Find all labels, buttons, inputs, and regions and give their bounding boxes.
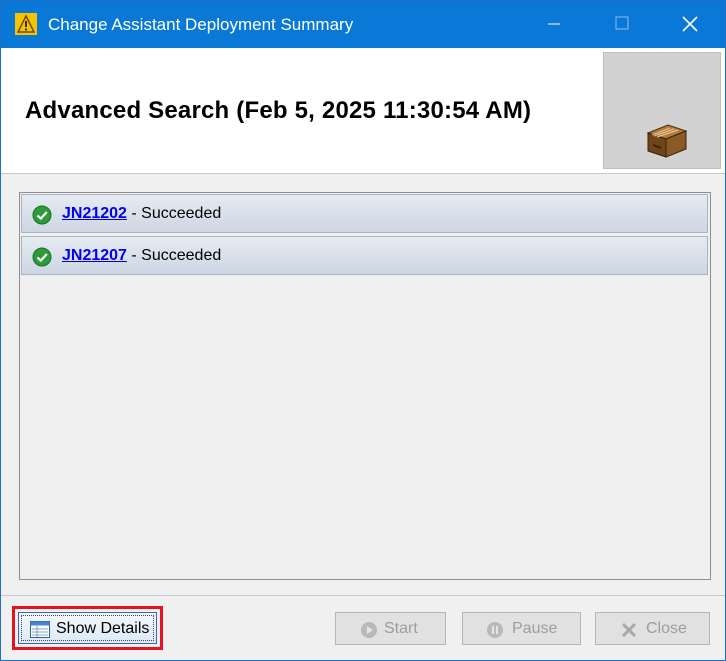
list-item: JN21202 - Succeeded — [21, 194, 708, 233]
job-link[interactable]: JN21202 — [62, 205, 127, 222]
footer-divider — [1, 595, 725, 596]
deployment-summary-window: Change Assistant Deployment Summary Adva… — [0, 0, 726, 661]
check-circle-icon — [32, 247, 52, 267]
close-x-icon — [621, 622, 637, 638]
maximize-button[interactable] — [599, 1, 645, 48]
title-bar[interactable]: Change Assistant Deployment Summary — [1, 1, 725, 48]
show-details-button[interactable]: Show Details — [18, 612, 157, 644]
deployment-results-list: JN21202 - Succeeded JN21207 - Succeeded — [19, 192, 711, 580]
close-button[interactable]: Close — [595, 612, 710, 645]
page-title: Advanced Search (Feb 5, 2025 11:30:54 AM… — [25, 97, 532, 124]
list-item: JN21207 - Succeeded — [21, 236, 708, 275]
close-icon — [682, 16, 698, 32]
pause-icon — [487, 622, 503, 638]
header-graphic — [603, 52, 721, 169]
job-link[interactable]: JN21207 — [62, 247, 127, 264]
minimize-icon — [548, 23, 560, 25]
check-circle-icon — [32, 205, 52, 225]
window-close-button[interactable] — [667, 1, 713, 48]
header-banner: Advanced Search (Feb 5, 2025 11:30:54 AM… — [1, 48, 725, 174]
details-table-icon — [30, 621, 50, 638]
pause-button[interactable]: Pause — [462, 612, 581, 645]
pause-label: Pause — [512, 620, 558, 637]
close-label: Close — [646, 620, 687, 637]
maximize-icon — [615, 16, 629, 30]
start-button[interactable]: Start — [335, 612, 446, 645]
job-status: - Succeeded — [131, 247, 222, 264]
start-icon — [361, 622, 377, 638]
start-label: Start — [384, 620, 418, 637]
box-icon — [646, 124, 688, 158]
window-title: Change Assistant Deployment Summary — [48, 15, 354, 34]
job-status: - Succeeded — [131, 205, 222, 222]
app-warning-logo-icon — [15, 13, 37, 35]
show-details-label: Show Details — [56, 620, 150, 637]
minimize-button[interactable] — [531, 1, 577, 48]
